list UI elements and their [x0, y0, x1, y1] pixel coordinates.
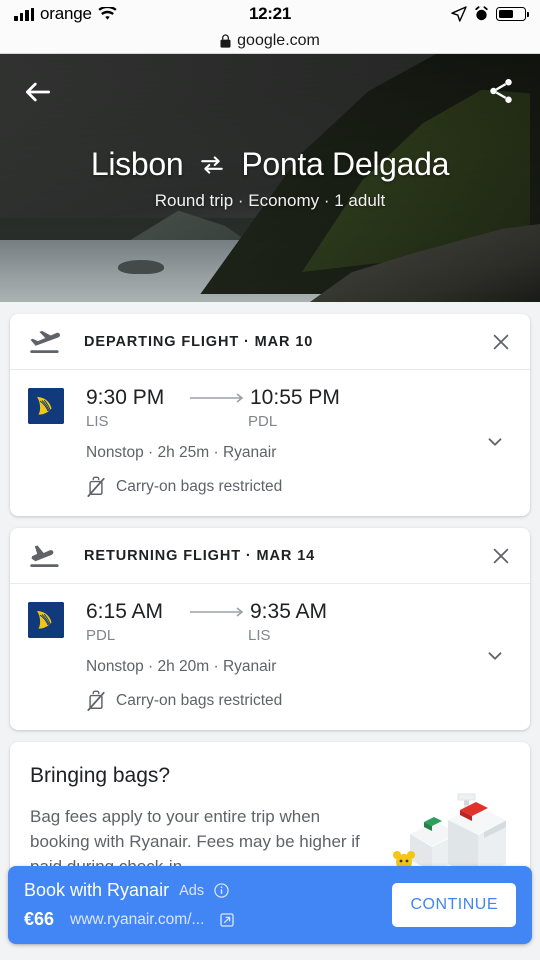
browser-url-bar[interactable]: google.com	[0, 28, 540, 54]
returning-bag-note: Carry-on bags restricted	[86, 690, 478, 712]
info-icon[interactable]	[214, 883, 229, 898]
trip-details: Round trip · Economy · 1 adult	[154, 191, 386, 210]
external-link-icon	[220, 912, 235, 927]
no-carry-on-bag-icon	[87, 690, 105, 711]
flight-arrow-icon	[190, 392, 248, 404]
ad-url: www.ryanair.com/...	[70, 910, 205, 928]
departing-arrive-time: 10:55 PM	[250, 386, 340, 409]
status-bar-right	[451, 6, 529, 22]
ad-info-group: Book with Ryanair Ads €66 www.ryanair.co…	[24, 880, 392, 930]
main-content: DEPARTING FLIGHT · MAR 10 9:30 PM 10:55 …	[0, 314, 540, 944]
url-host: google.com	[237, 31, 320, 49]
ad-label: Ads	[179, 882, 205, 899]
returning-flight-header: RETURNING FLIGHT · MAR 14	[10, 528, 530, 584]
ryanair-logo	[28, 602, 64, 638]
lock-icon	[220, 33, 231, 48]
ryanair-logo	[28, 388, 64, 424]
departing-depart-time: 9:30 PM	[86, 386, 165, 409]
returning-airport-codes: PDL LIS	[86, 627, 478, 644]
ad-price: €66	[24, 909, 55, 929]
flight-arrow-icon	[190, 606, 248, 618]
departing-flight-meta: Nonstop · 2h 25m · Ryanair	[86, 444, 277, 461]
returning-flight-meta: Nonstop · 2h 20m · Ryanair	[86, 658, 277, 675]
chevron-down-icon	[488, 438, 502, 446]
returning-times: 6:15 AM 9:35 AM	[86, 600, 478, 624]
booking-ad-bar: Book with Ryanair Ads €66 www.ryanair.co…	[8, 866, 532, 944]
departing-destination-code: PDL	[248, 413, 278, 430]
departing-bag-text: Carry-on bags restricted	[116, 478, 283, 495]
departing-origin-code: LIS	[86, 413, 109, 430]
returning-destination-code: LIS	[248, 627, 271, 644]
returning-depart-time: 6:15 AM	[86, 600, 164, 623]
share-icon[interactable]	[486, 76, 518, 108]
departing-flight-row[interactable]: 9:30 PM 10:55 PM LIS PDL Nonstop · 2h 25…	[10, 370, 530, 516]
hero-banner: Lisbon Ponta Delgada Round trip · Econom…	[0, 54, 540, 302]
returning-flight-row[interactable]: 6:15 AM 9:35 AM PDL LIS Nonstop · 2h 20m…	[10, 584, 530, 730]
plane-landing-icon	[30, 545, 59, 567]
phone-screen: orange 12:21 google.com Lisbon Ponta Del…	[0, 0, 540, 960]
trip-summary: Lisbon Ponta Delgada Round trip · Econom…	[0, 146, 540, 211]
back-arrow-icon[interactable]	[22, 76, 54, 108]
route-title: Lisbon Ponta Delgada	[18, 146, 522, 183]
bags-card-title: Bringing bags?	[30, 764, 171, 787]
departing-airport-codes: LIS PDL	[86, 413, 478, 430]
departing-expand-button[interactable]	[478, 386, 512, 498]
close-icon[interactable]	[490, 545, 512, 567]
battery-icon	[496, 7, 529, 21]
returning-arrive-time: 9:35 AM	[250, 600, 328, 623]
no-carry-on-bag-icon	[87, 476, 105, 497]
returning-flight-card: RETURNING FLIGHT · MAR 14 6:15 AM 9:35 A…	[10, 528, 530, 730]
close-icon[interactable]	[490, 331, 512, 353]
alarm-clock-icon	[475, 6, 488, 21]
ad-title: Book with Ryanair	[24, 880, 170, 900]
continue-button[interactable]: CONTINUE	[392, 883, 516, 927]
status-bar: orange 12:21	[0, 0, 540, 28]
origin-city: Lisbon	[90, 146, 184, 182]
departing-flight-card: DEPARTING FLIGHT · MAR 10 9:30 PM 10:55 …	[10, 314, 530, 516]
returning-origin-code: PDL	[86, 627, 116, 644]
destination-city: Ponta Delgada	[241, 146, 450, 182]
returning-flight-details: 6:15 AM 9:35 AM PDL LIS Nonstop · 2h 20m…	[86, 600, 478, 712]
returning-flight-title: RETURNING FLIGHT · MAR 14	[84, 547, 316, 564]
swap-arrows-icon	[201, 155, 224, 174]
returning-expand-button[interactable]	[478, 600, 512, 712]
departing-times: 9:30 PM 10:55 PM	[86, 386, 478, 410]
departing-flight-title: DEPARTING FLIGHT · MAR 10	[84, 333, 314, 350]
location-arrow-icon	[451, 6, 467, 22]
ad-title-row: Book with Ryanair Ads	[24, 880, 392, 901]
departing-flight-details: 9:30 PM 10:55 PM LIS PDL Nonstop · 2h 25…	[86, 386, 478, 498]
departing-flight-header: DEPARTING FLIGHT · MAR 10	[10, 314, 530, 370]
plane-takeoff-icon	[30, 330, 60, 353]
chevron-down-icon	[488, 652, 502, 660]
returning-bag-text: Carry-on bags restricted	[116, 692, 283, 709]
ad-price-row: €66 www.ryanair.com/...	[24, 909, 392, 930]
departing-bag-note: Carry-on bags restricted	[86, 476, 478, 498]
